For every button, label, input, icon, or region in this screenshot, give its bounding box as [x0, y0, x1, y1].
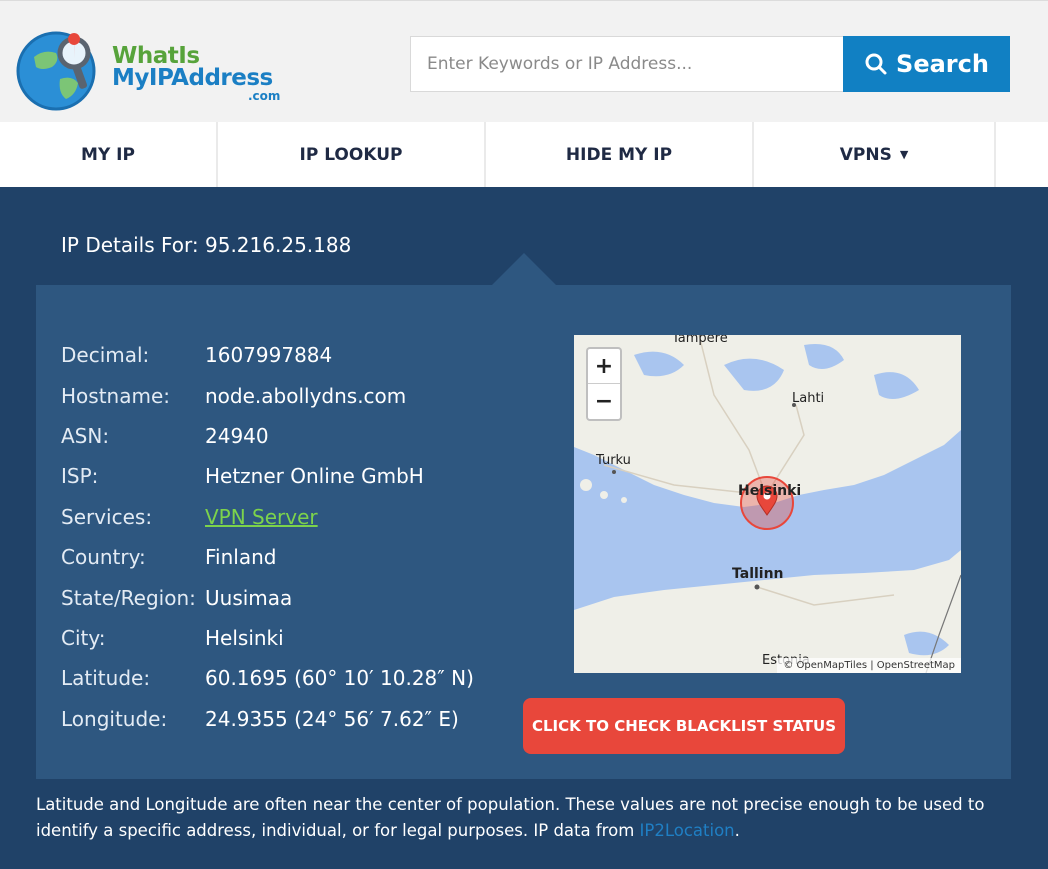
search-icon	[865, 53, 887, 75]
map-label-tallinn: Tallinn	[732, 566, 784, 582]
detail-value: node.abollydns.com	[205, 383, 407, 408]
ip2location-link[interactable]: IP2Location	[640, 821, 735, 840]
detail-row-region: State/Region: Uusimaa	[61, 577, 474, 617]
globe-magnifier-icon	[16, 31, 96, 111]
location-map[interactable]: Tampere Lahti Turku Helsinki Tallinn Est…	[574, 335, 961, 673]
detail-row-longitude: Longitude: 24.9355 (24° 56′ 7.62″ E)	[61, 699, 474, 739]
map-label-turku: Turku	[596, 453, 631, 468]
search-button[interactable]: Search	[843, 36, 1010, 92]
check-blacklist-button[interactable]: CLICK TO CHECK BLACKLIST STATUS	[523, 698, 845, 754]
nav-item-my-ip[interactable]: MY IP	[0, 122, 218, 187]
map-attribution[interactable]: © OpenMapTiles | OpenStreetMap	[777, 658, 961, 673]
nav-item-vpns[interactable]: VPNS ▼	[754, 122, 996, 187]
map-zoom-control: + −	[586, 347, 622, 421]
logo-text: WhatIs MyIPAddress	[112, 43, 273, 91]
detail-label: City:	[61, 625, 106, 650]
disclaimer-end: .	[734, 821, 740, 840]
nav-label: MY IP	[81, 144, 135, 165]
main-nav: MY IP IP LOOKUP HIDE MY IP VPNS ▼	[0, 122, 1048, 187]
zoom-in-button[interactable]: +	[588, 349, 620, 384]
detail-row-country: Country: Finland	[61, 537, 474, 577]
detail-label: ASN:	[61, 423, 110, 448]
nav-item-ip-lookup[interactable]: IP LOOKUP	[218, 122, 486, 187]
nav-label: IP LOOKUP	[299, 144, 403, 165]
site-logo[interactable]: WhatIs MyIPAddress .com	[16, 27, 286, 117]
nav-item-hide-my-ip[interactable]: HIDE MY IP	[486, 122, 754, 187]
map-tiles	[574, 335, 961, 673]
detail-value: 1607997884	[205, 343, 333, 368]
detail-value: Finland	[205, 545, 277, 570]
logo-suffix: .com	[248, 89, 281, 103]
detail-row-city: City: Helsinki	[61, 618, 474, 658]
page-title: IP Details For: 95.216.25.188	[61, 233, 352, 257]
map-label-lahti: Lahti	[792, 391, 825, 406]
main-content: IP Details For: 95.216.25.188 Decimal: 16…	[0, 187, 1048, 869]
map-label-helsinki: Helsinki	[738, 483, 802, 499]
disclaimer-body: Latitude and Longitude are often near th…	[36, 795, 985, 840]
detail-value: 24.9355 (24° 56′ 7.62″ E)	[205, 706, 459, 731]
detail-row-latitude: Latitude: 60.1695 (60° 10′ 10.28″ N)	[61, 658, 474, 698]
detail-label: Services:	[61, 504, 153, 529]
detail-value: Hetzner Online GmbH	[205, 464, 424, 489]
detail-value: Helsinki	[205, 625, 284, 650]
detail-label: Longitude:	[61, 706, 168, 731]
detail-label: Decimal:	[61, 343, 150, 368]
services-link[interactable]: VPN Server	[205, 505, 318, 529]
detail-label: Latitude:	[61, 666, 151, 691]
disclaimer-text: Latitude and Longitude are often near th…	[36, 792, 996, 844]
logo-line1: WhatIs	[112, 43, 200, 69]
detail-label: ISP:	[61, 464, 99, 489]
nav-label: HIDE MY IP	[565, 144, 673, 165]
site-header: WhatIs MyIPAddress .com Search	[0, 0, 1048, 122]
search-input[interactable]	[410, 36, 844, 92]
detail-value: 60.1695 (60° 10′ 10.28″ N)	[205, 666, 474, 691]
detail-row-isp: ISP: Hetzner Online GmbH	[61, 456, 474, 496]
map-label-tampere: Tampere	[672, 335, 728, 346]
detail-row-services: Services: VPN Server	[61, 497, 474, 537]
ip-details-panel: Decimal: 1607997884 Hostname: node.abollyd…	[36, 285, 1011, 779]
detail-label: State/Region:	[61, 585, 196, 610]
logo-line2: MyIPAddress	[112, 65, 273, 91]
detail-label: Country:	[61, 545, 146, 570]
search-button-label: Search	[896, 50, 989, 78]
detail-row-decimal: Decimal: 1607997884	[61, 335, 474, 375]
detail-value: Uusimaa	[205, 585, 293, 610]
nav-label: VPNS	[839, 144, 892, 165]
zoom-out-button[interactable]: −	[588, 384, 620, 419]
ip-details-list: Decimal: 1607997884 Hostname: node.abollyd…	[61, 335, 474, 739]
panel-pointer	[492, 253, 556, 285]
detail-value: 24940	[205, 423, 269, 448]
detail-row-hostname: Hostname: node.abollydns.com	[61, 375, 474, 415]
detail-row-asn: ASN: 24940	[61, 416, 474, 456]
detail-label: Hostname:	[61, 383, 170, 408]
caret-down-icon: ▼	[899, 148, 909, 161]
